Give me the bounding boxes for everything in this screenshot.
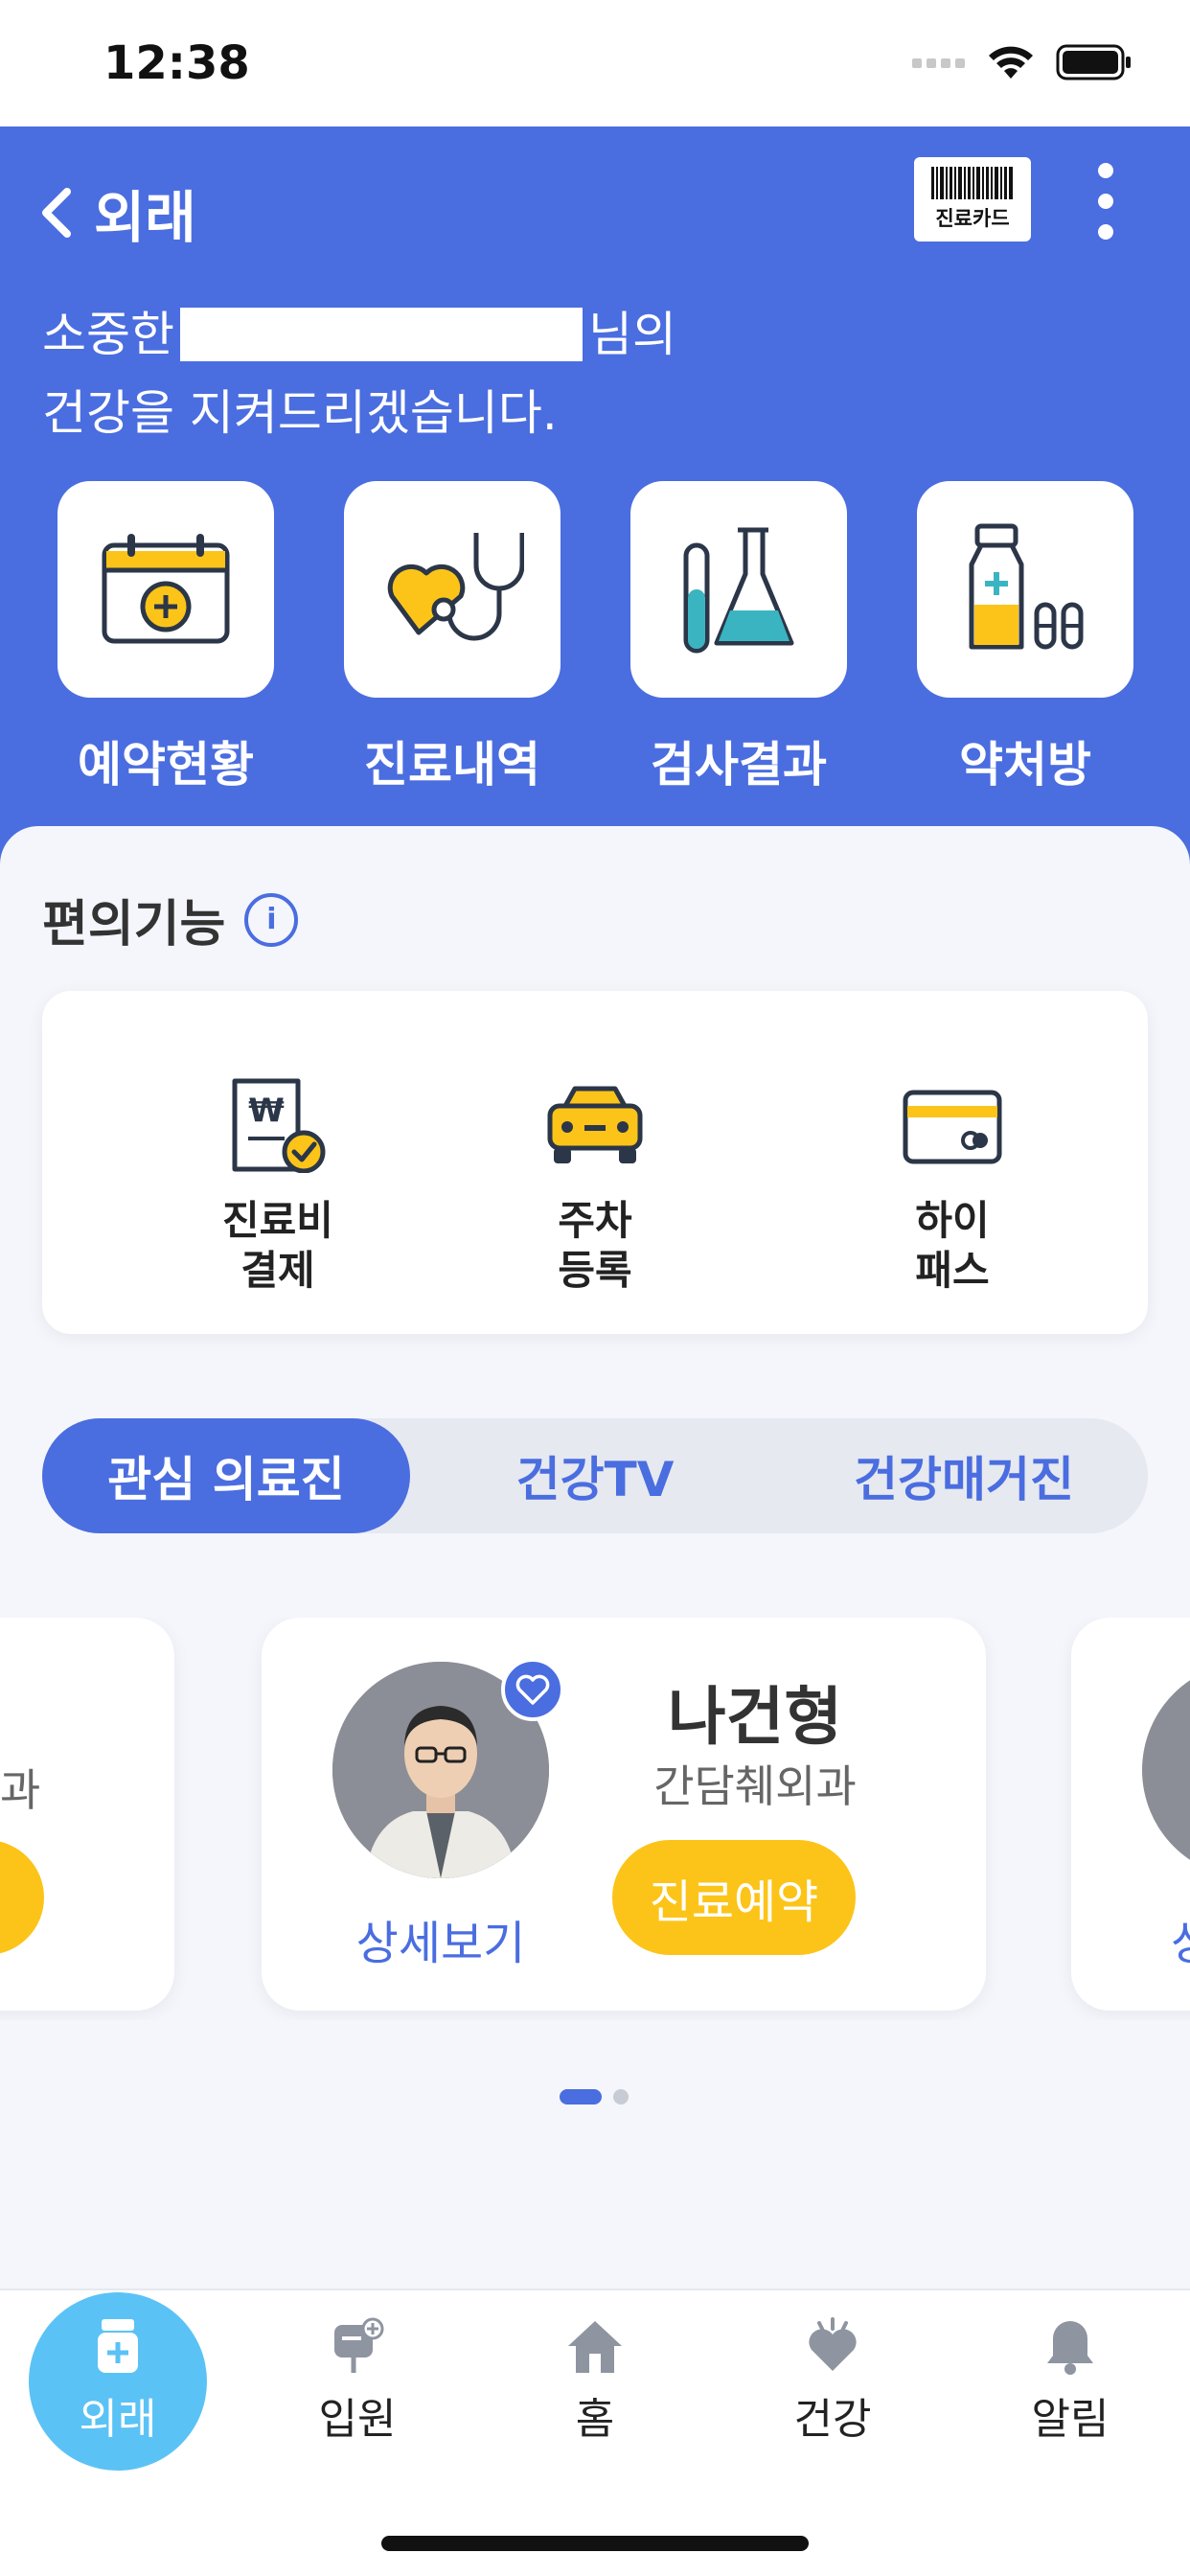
back-button[interactable]: 외래 [38, 172, 196, 253]
tab-label: 건강 [793, 2395, 872, 2444]
status-icons [912, 44, 1133, 80]
doctor-detail-link[interactable]: 상세보기 [332, 1905, 549, 1972]
car-icon [547, 1086, 643, 1163]
info-icon[interactable]: i [244, 892, 299, 947]
quick-menu: 예약현황 진료내역 검사결과 약처방 [0, 481, 1190, 793]
doctor-card[interactable]: 상세보기 나건형 간담췌외과 진료예약 [262, 1618, 986, 2011]
quick-menu-label: 검사결과 [651, 737, 827, 793]
medical-card-button[interactable]: 진료카드 [914, 157, 1031, 242]
quick-menu-test-results[interactable]: 검사결과 [630, 481, 847, 795]
greeting-prefix: 소중한 [42, 307, 174, 362]
doctor-detail-fragment[interactable]: 상 [1171, 1905, 1190, 1972]
quick-menu-icon-box [917, 481, 1133, 698]
tab-health-magazine[interactable]: 건강매거진 [780, 1418, 1148, 1533]
quick-menu-label: 약처방 [959, 737, 1091, 793]
stethoscope-heart-icon [387, 533, 524, 641]
header: 외래 진료카드 소중한 님의 건강을 지켜드리겠습니다. 예약현황 진료내역 검… [0, 126, 1190, 874]
tab-label: 홈 [575, 2395, 615, 2444]
book-appointment-button[interactable]: 진료예약 [612, 1840, 856, 1955]
more-dot [1098, 194, 1113, 209]
doctor-department: 간담췌외과 [653, 1760, 857, 1812]
convenience-label: 주차 등록 [558, 1197, 632, 1294]
convenience-card: ₩ 진료비 결제 주차 등록 하이 패스 [42, 991, 1148, 1334]
carousel-page-indicator [560, 2089, 629, 2104]
barcode-icon [931, 167, 1013, 199]
convenience-section-title: 편의기능 i [42, 884, 299, 955]
doctor-card-previous[interactable]: 과 [0, 1618, 174, 2011]
battery-icon [1056, 44, 1131, 80]
page-dot-active [560, 2089, 602, 2104]
tab-home[interactable]: 홈 [494, 2290, 696, 2472]
heart-icon [515, 1674, 550, 1705]
card-icon [903, 1090, 1002, 1164]
convenience-item-payment[interactable]: ₩ 진료비 결제 [134, 1077, 422, 1296]
quick-menu-treatment-history[interactable]: 진료내역 [344, 481, 561, 795]
tab-outpatient[interactable]: 외래 [29, 2292, 207, 2471]
tab-label: 외래 [79, 2395, 157, 2444]
convenience-title: 편의기능 [42, 896, 226, 954]
calendar-plus-icon [102, 534, 230, 644]
convenience-item-parking[interactable]: 주차 등록 [451, 1077, 739, 1296]
doctor-photo-fragment [1142, 1662, 1190, 1878]
quick-menu-reservations[interactable]: 예약현황 [57, 481, 274, 795]
convenience-item-hipass[interactable]: 하이 패스 [809, 1077, 1096, 1296]
page-dot [613, 2089, 629, 2104]
more-menu-button[interactable] [1088, 163, 1123, 240]
greeting-suffix: 님의 [588, 307, 676, 362]
bell-icon [1047, 2321, 1093, 2375]
book-button-fragment[interactable] [0, 1840, 44, 1955]
bottom-tab-bar: 외래 입원 홈 건강 알림 [0, 2288, 1190, 2576]
tab-health[interactable]: 건강 [732, 2290, 933, 2472]
content-sheet: 편의기능 i ₩ 진료비 결제 주차 등록 하이 패스 관심 의료진 건강TV … [0, 826, 1190, 2292]
tab-health-tv[interactable]: 건강TV [411, 1418, 779, 1533]
medicine-jar-icon [98, 2319, 138, 2373]
greeting-line2: 건강을 지켜드리겠습니다. [42, 385, 558, 441]
content-segment-control: 관심 의료진 건강TV 건강매거진 [42, 1418, 1148, 1533]
convenience-label: 진료비 결제 [222, 1197, 333, 1294]
more-dot [1098, 163, 1113, 178]
home-icon [568, 2321, 622, 2373]
test-tube-flask-icon [683, 527, 794, 654]
greeting: 소중한 님의 건강을 지켜드리겠습니다. [42, 295, 676, 452]
doctor-name: 나건형 [667, 1680, 843, 1754]
convenience-label: 하이 패스 [915, 1197, 990, 1294]
quick-menu-icon-box [57, 481, 274, 698]
wifi-icon [989, 46, 1033, 79]
status-bar: 12:38 [0, 0, 1190, 126]
medicine-bottle-icon [969, 523, 1084, 650]
tab-label: 입원 [318, 2395, 397, 2444]
quick-menu-label: 예약현황 [78, 737, 254, 793]
doctor-dept-fragment: 과 [0, 1764, 41, 1816]
home-indicator [381, 2536, 809, 2551]
payment-check-icon: ₩ [232, 1078, 326, 1173]
iv-bag-icon [334, 2317, 384, 2373]
status-time: 12:38 [103, 36, 250, 90]
svg-text:₩: ₩ [248, 1092, 285, 1130]
quick-menu-icon-box [630, 481, 847, 698]
cellular-signal-icon [912, 58, 965, 68]
quick-menu-label: 진료내역 [364, 737, 540, 793]
quick-menu-icon-box [344, 481, 561, 698]
heart-hand-icon [809, 2317, 857, 2371]
tab-notifications[interactable]: 알림 [970, 2290, 1171, 2472]
chevron-left-icon [42, 188, 71, 238]
doctor-card-next[interactable]: 상 [1071, 1618, 1190, 2011]
doctor-carousel[interactable]: 과 상세보기 나건형 간담췌외과 진료예약 [0, 1618, 1190, 2020]
masked-username [180, 307, 583, 361]
medical-card-label: 진료카드 [935, 207, 1010, 230]
favorite-heart-button[interactable] [501, 1658, 564, 1721]
page-title: 외래 [94, 185, 196, 250]
tab-inpatient[interactable]: 입원 [257, 2290, 458, 2472]
quick-menu-prescriptions[interactable]: 약처방 [917, 481, 1133, 795]
tab-favorite-doctors[interactable]: 관심 의료진 [42, 1418, 410, 1533]
more-dot [1098, 224, 1113, 240]
tab-label: 알림 [1031, 2395, 1110, 2444]
